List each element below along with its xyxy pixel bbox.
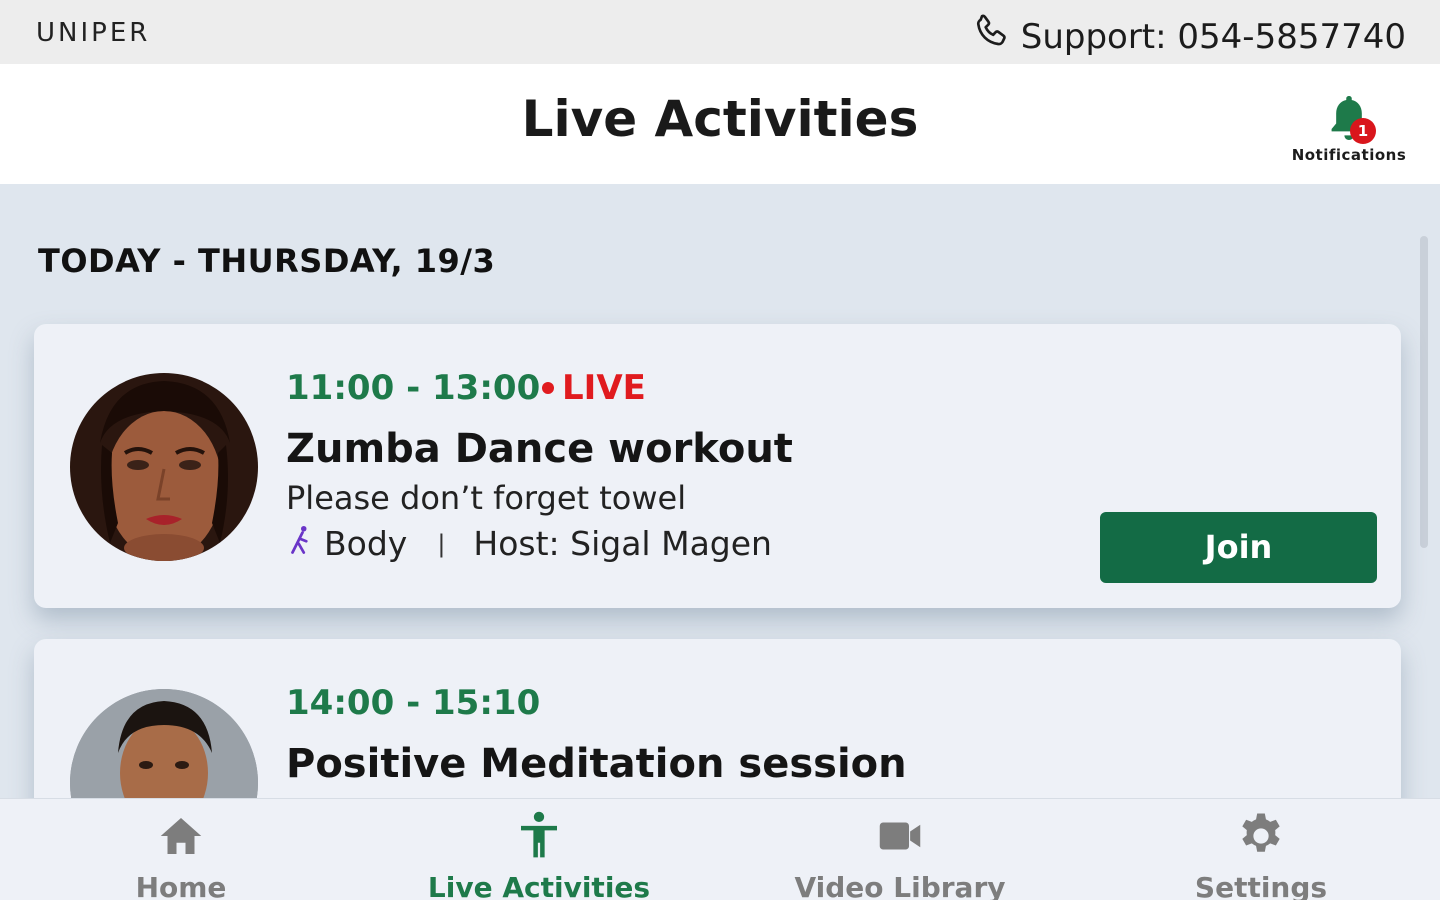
nav-home[interactable]: Home xyxy=(31,809,331,900)
nav-home-label: Home xyxy=(135,871,227,900)
gear-icon xyxy=(1111,809,1411,863)
live-label: LIVE xyxy=(562,368,646,408)
brand-logo: UNIPER xyxy=(36,18,151,48)
support-phone[interactable]: Support: 054-5857740 xyxy=(971,12,1406,61)
activity-time: 14:00 - 15:10 xyxy=(286,683,541,723)
notification-count-badge: 1 xyxy=(1350,118,1376,144)
host-avatar xyxy=(70,689,258,798)
notifications-button[interactable]: 1 Notifications xyxy=(1284,92,1414,164)
nav-video-library-label: Video Library xyxy=(794,871,1006,900)
activity-time: 11:00 - 13:00 xyxy=(286,368,541,408)
nav-live-activities-label: Live Activities xyxy=(427,871,651,900)
activity-card[interactable]: 11:00 - 13:00 LIVE Zumba Dance workout P… xyxy=(34,324,1401,608)
runner-icon xyxy=(286,524,324,563)
activities-list[interactable]: TODAY - THURSDAY, 19/3 11:00 - 13:00 LIV… xyxy=(0,184,1440,798)
scrollbar[interactable] xyxy=(1420,236,1428,548)
activity-host: Host: Sigal Magen xyxy=(473,524,772,563)
live-indicator: LIVE xyxy=(542,368,646,408)
activity-title: Zumba Dance workout xyxy=(286,426,793,472)
host-avatar xyxy=(70,373,258,561)
join-button[interactable]: Join xyxy=(1100,512,1377,583)
activity-description: Please don’t forget towel xyxy=(286,479,687,517)
video-camera-icon xyxy=(750,809,1050,863)
activity-card[interactable]: 14:00 - 15:10 Positive Meditation sessio… xyxy=(34,639,1401,798)
top-bar: UNIPER Support: 054-5857740 xyxy=(0,0,1440,64)
nav-settings[interactable]: Settings xyxy=(1111,809,1411,900)
activity-category: Body xyxy=(324,524,408,563)
nav-video-library[interactable]: Video Library xyxy=(750,809,1050,900)
home-icon xyxy=(31,809,331,863)
person-activity-icon xyxy=(389,809,689,863)
activity-title: Positive Meditation session xyxy=(286,741,907,787)
bottom-navigation: Home Live Activities Video Library Setti… xyxy=(0,798,1440,900)
nav-live-activities[interactable]: Live Activities xyxy=(389,809,689,900)
nav-settings-label: Settings xyxy=(1194,871,1328,900)
date-heading: TODAY - THURSDAY, 19/3 xyxy=(38,242,496,280)
phone-icon xyxy=(971,12,1011,61)
activity-meta: Body | Host: Sigal Magen xyxy=(286,524,772,563)
live-dot-icon xyxy=(542,382,554,394)
page-header: Live Activities 1 Notifications xyxy=(0,64,1440,184)
page-title: Live Activities xyxy=(521,90,919,148)
meta-separator: | xyxy=(437,529,446,558)
support-text: Support: 054-5857740 xyxy=(1020,16,1406,57)
